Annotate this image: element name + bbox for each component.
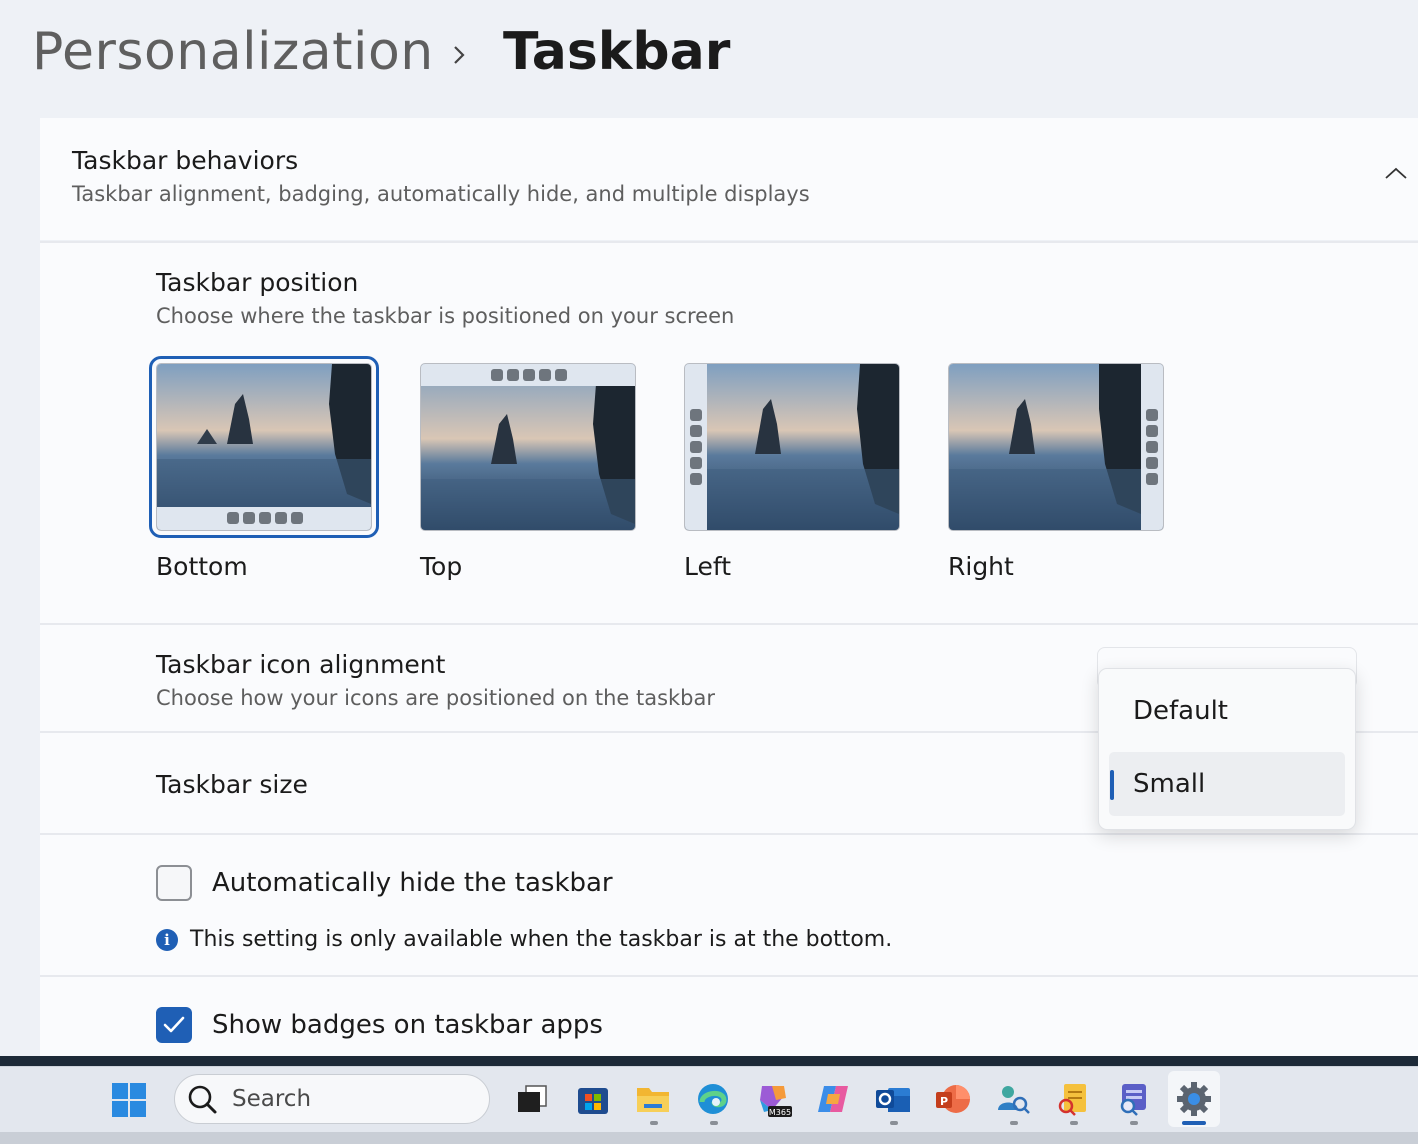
search-placeholder: Search [232,1086,312,1112]
microsoft-365-icon[interactable]: M365 [754,1080,792,1118]
start-icon[interactable] [110,1081,148,1119]
notes-search-icon[interactable] [1054,1080,1092,1118]
file-explorer-icon[interactable] [634,1080,672,1118]
edge-icon[interactable] [694,1080,732,1118]
position-option-left[interactable] [684,363,900,531]
autohide-label[interactable]: Automatically hide the taskbar [212,868,613,898]
badges-checkbox[interactable] [156,1007,192,1043]
position-label-right: Right [948,552,1014,581]
running-indicator [1070,1121,1078,1125]
menu-item-small-label: Small [1133,769,1206,799]
position-option-bottom[interactable] [149,356,379,538]
teams-search-icon[interactable] [1114,1080,1152,1118]
running-indicator [650,1121,658,1125]
position-label-top: Top [420,552,463,581]
taskbar-preview [421,364,635,386]
autohide-checkbox[interactable] [156,865,192,901]
running-indicator [1130,1121,1138,1125]
badges-label[interactable]: Show badges on taskbar apps [212,1010,603,1040]
info-icon: i [156,929,178,951]
task-view-icon[interactable] [514,1080,552,1118]
running-indicator [710,1121,718,1125]
position-option-right[interactable] [948,363,1164,531]
taskbar-search[interactable] [174,1074,490,1124]
page-title: Taskbar [503,22,731,82]
copilot-icon[interactable] [814,1080,852,1118]
size-dropdown-menu: Default Small [1098,668,1356,830]
search-icon [188,1085,217,1114]
wallpaper-preview [157,364,371,530]
wallpaper-preview [685,364,899,530]
m365-badge-text: M365 [769,1108,791,1117]
chevron-right-icon [454,46,465,64]
taskbar-preview [157,507,371,530]
running-indicator [1010,1121,1018,1125]
taskbar-edge [0,1132,1418,1144]
autohide-section [40,835,1418,975]
checkmark-icon [163,1016,185,1033]
wallpaper-preview [421,364,635,530]
position-label-bottom: Bottom [156,552,248,581]
behaviors-title: Taskbar behaviors [72,146,299,175]
position-label-left: Left [684,552,732,581]
outlook-icon[interactable] [874,1080,912,1118]
chevron-up-icon[interactable] [1384,166,1408,180]
behaviors-header[interactable] [40,118,1418,240]
active-indicator [1182,1121,1206,1125]
taskbar-preview [685,364,707,530]
position-subtitle: Choose where the taskbar is positioned o… [156,304,735,328]
behaviors-subtitle: Taskbar alignment, badging, automaticall… [72,182,810,206]
position-option-top[interactable] [420,363,636,531]
people-search-icon[interactable] [994,1080,1032,1118]
wallpaper-preview [949,364,1163,530]
menu-item-small[interactable]: Small [1109,752,1345,816]
microsoft-store-icon[interactable] [574,1080,612,1118]
selected-indicator [1110,770,1114,800]
size-title: Taskbar size [156,770,308,799]
running-indicator [890,1121,898,1125]
powerpoint-icon[interactable]: P [934,1080,972,1118]
alignment-subtitle: Choose how your icons are positioned on … [156,686,716,710]
taskbar-preview [1141,364,1163,530]
autohide-info-text: This setting is only available when the … [190,927,893,952]
breadcrumb-parent[interactable]: Personalization [32,22,434,82]
menu-item-default[interactable]: Default [1109,679,1345,743]
alignment-title: Taskbar icon alignment [156,650,446,679]
position-title: Taskbar position [156,268,359,297]
settings-icon[interactable] [1175,1080,1213,1118]
svg-text:P: P [940,1095,948,1108]
